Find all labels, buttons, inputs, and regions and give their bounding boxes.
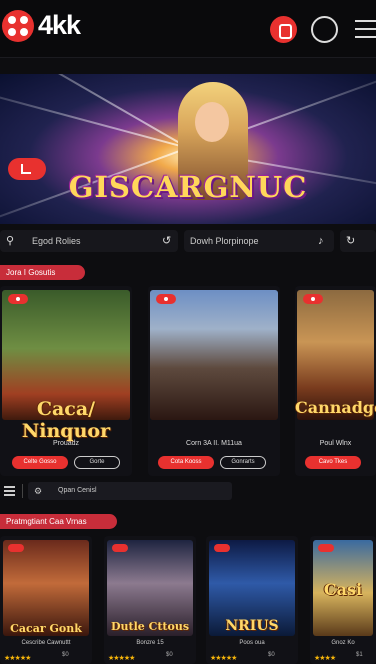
category-filter[interactable]: ⚲ Egod Rolies ↺ xyxy=(0,230,178,252)
provider-filter-label: Dowh Plorpinope xyxy=(190,236,259,246)
menu-icon[interactable] xyxy=(355,20,376,38)
logo-icon[interactable] xyxy=(2,10,34,42)
rating-value: $1 xyxy=(356,652,363,658)
game-name: Corn 3A II. M11ua xyxy=(186,440,242,447)
game-card[interactable]: Corn 3A II. M11ua Cota Kooss Gonrarts xyxy=(148,286,280,476)
fire-icon xyxy=(156,294,176,304)
game-icon: ⚙ xyxy=(34,486,43,496)
fire-icon xyxy=(318,544,334,552)
play-button[interactable]: Cota Kooss xyxy=(158,456,214,469)
game-art-title: Cannadge xyxy=(295,398,376,417)
section1-title: Jora I Gosutis xyxy=(0,265,86,280)
header: 4kk xyxy=(0,0,376,58)
section2-title: Pratmgtiant Caa Vrnas xyxy=(0,514,117,529)
category-filter-label: Egod Rolies xyxy=(32,236,81,246)
fire-icon xyxy=(112,544,128,552)
refresh-icon[interactable]: ↻ xyxy=(346,234,355,248)
fire-icon xyxy=(8,544,24,552)
rating-value: $0 xyxy=(62,652,69,658)
play-button[interactable]: Celte Gosso xyxy=(12,456,68,469)
brand-name[interactable]: 4kk xyxy=(38,10,81,41)
hero-banner[interactable]: GISCARGNUC xyxy=(0,74,376,224)
hero-character-face xyxy=(195,102,229,142)
user-icon[interactable] xyxy=(311,16,338,43)
refresh-icon[interactable]: ↺ xyxy=(162,234,171,248)
game-art-title: Cacar Gonk xyxy=(10,622,82,635)
hero-back-button[interactable] xyxy=(8,158,46,180)
toolbar: ⚙ Qpan Cenisl xyxy=(0,480,376,502)
game-art-title: Caca/ Ninquor xyxy=(21,398,111,442)
rating-stars: ★★★★★ xyxy=(108,655,135,662)
wallet-icon[interactable] xyxy=(270,16,297,43)
fire-icon xyxy=(214,544,230,552)
game-name: Cescribe Cawnuttt xyxy=(21,640,71,646)
rating-value: $0 xyxy=(268,652,275,658)
provider-filter[interactable]: Dowh Plorpinope ♪ xyxy=(184,230,334,252)
game-card[interactable]: Dutle Cttous Bonzre 15 ★★★★★ $0 xyxy=(104,536,196,664)
rating-value: $0 xyxy=(166,652,173,658)
search-text: Qpan Cenisl xyxy=(58,487,97,494)
game-name: Prouadz xyxy=(52,440,80,447)
game-name: Poos oua xyxy=(239,640,265,646)
divider xyxy=(22,484,23,498)
play-button[interactable]: Cavo Tkes xyxy=(305,456,361,469)
game-card[interactable]: Cannadge Poul Wlnx Cavo Tkes xyxy=(295,286,376,476)
rating-stars: ★★★★★ xyxy=(4,655,31,662)
more-filter[interactable]: ↻ xyxy=(340,230,376,252)
search-icon: ⚲ xyxy=(6,235,15,247)
fire-icon xyxy=(8,294,28,304)
fire-icon xyxy=(303,294,323,304)
game-name: Bonzre 15 xyxy=(136,640,164,646)
game-art-title: NRIUS xyxy=(225,618,279,634)
demo-button[interactable]: Gorte xyxy=(74,456,120,469)
game-card[interactable]: Cacar Gonk Cescribe Cawnuttt ★★★★★ $0 xyxy=(0,536,92,664)
list-view-icon[interactable] xyxy=(4,486,15,496)
game-name: Gnoz Ko xyxy=(331,640,355,646)
game-card[interactable]: Caca/ Ninquor Prouadz Celte Gosso Gorte xyxy=(0,286,132,476)
game-card[interactable]: Casi Gnoz Ko ★★★★ $1 xyxy=(310,536,376,664)
game-art[interactable] xyxy=(150,290,278,420)
game-art-title: Dutle Cttous xyxy=(110,620,190,633)
hero-title: GISCARGNUC xyxy=(68,170,308,204)
rating-stars: ★★★★★ xyxy=(210,655,237,662)
game-art-title: Casi xyxy=(323,580,363,599)
rating-stars: ★★★★ xyxy=(314,655,336,662)
demo-button[interactable]: Gonrarts xyxy=(220,456,266,469)
search-input[interactable]: ⚙ Qpan Cenisl xyxy=(28,482,232,500)
game-card[interactable]: NRIUS Poos oua ★★★★★ $0 xyxy=(206,536,298,664)
music-icon[interactable]: ♪ xyxy=(318,234,324,248)
game-name: Poul Wlnx xyxy=(319,440,352,447)
